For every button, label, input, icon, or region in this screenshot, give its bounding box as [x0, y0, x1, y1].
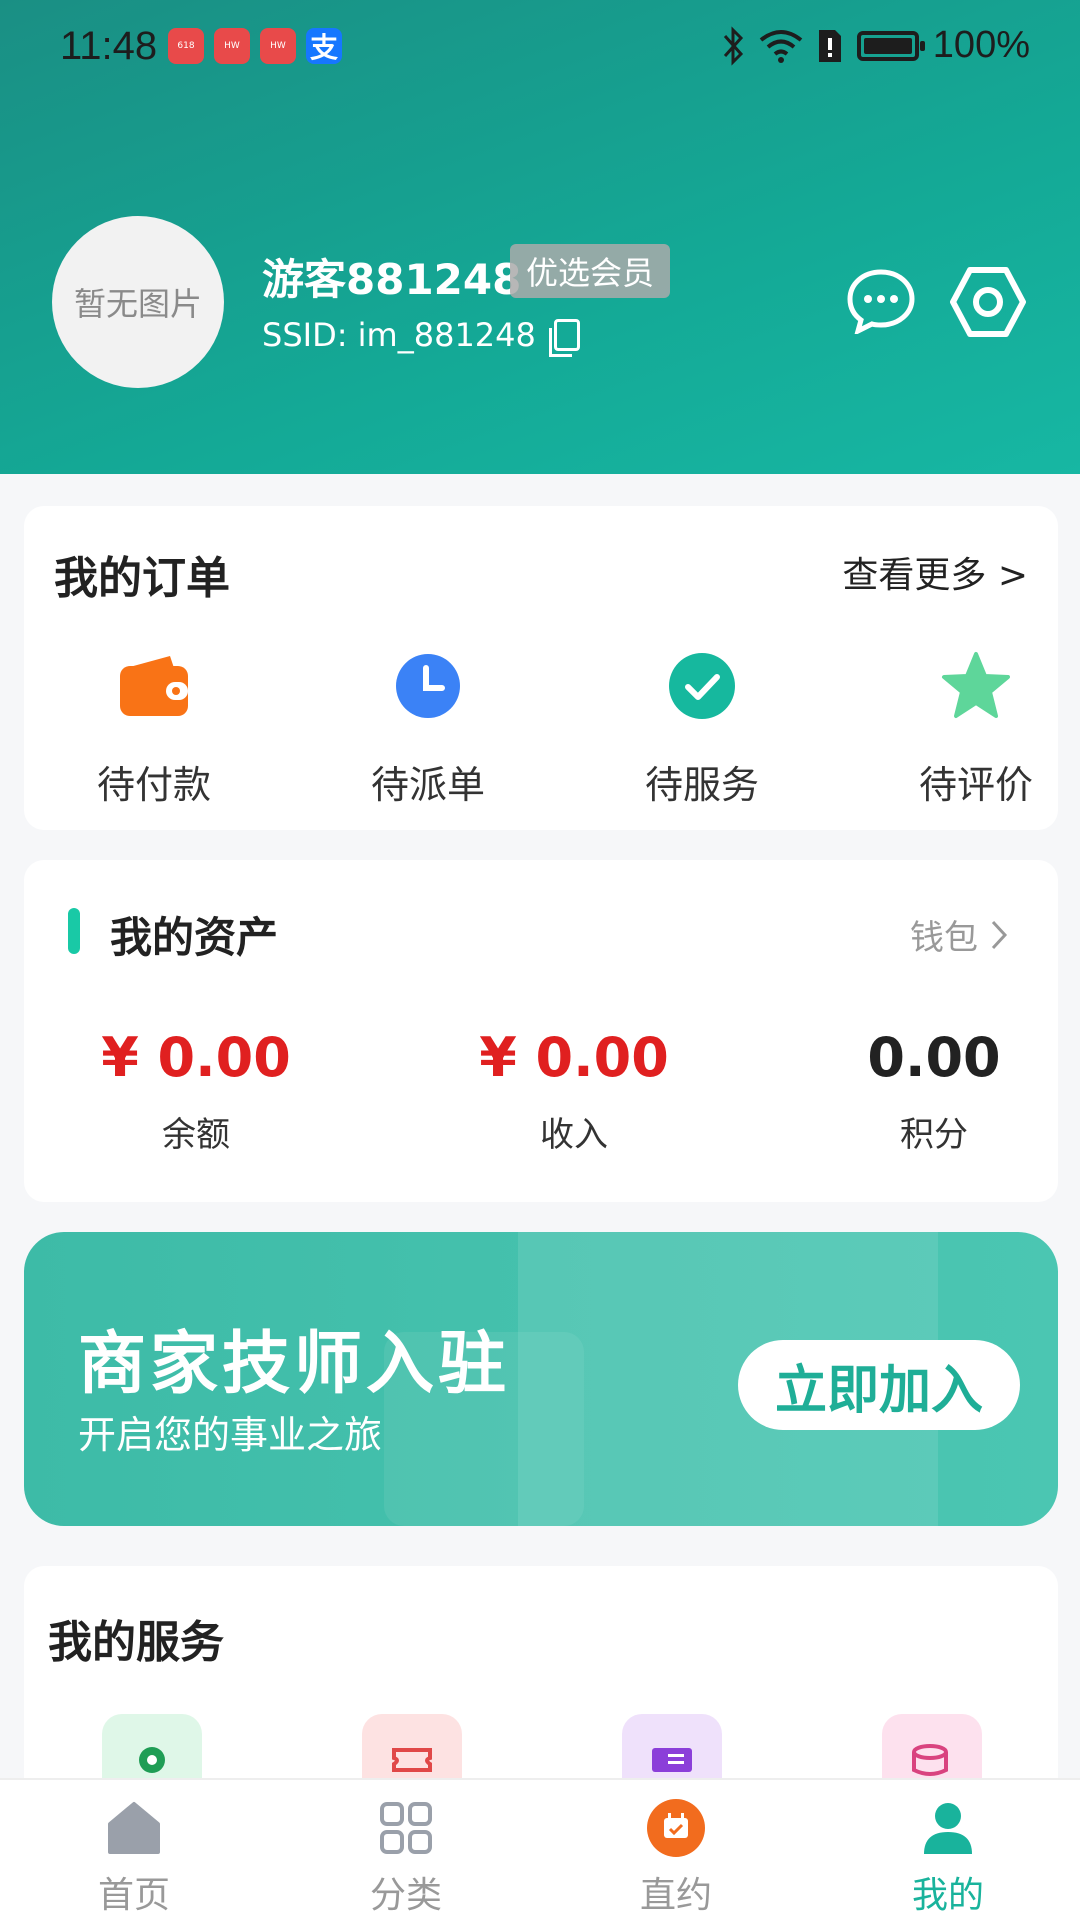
- order-pending-payment[interactable]: 待付款: [54, 646, 254, 809]
- avatar-placeholder: 暂无图片: [73, 285, 202, 323]
- app-notification-icon: 618: [168, 28, 204, 64]
- nav-label: 直约: [639, 1875, 712, 1916]
- asset-label: 收入: [540, 1115, 608, 1155]
- banner-title: 商家技师入驻: [78, 1325, 511, 1404]
- nav-label: 我的: [911, 1875, 984, 1916]
- ssid-text: SSID: im_881248: [262, 316, 536, 354]
- huawei-notification-icon: HW: [260, 28, 296, 64]
- services-title: 我的服务: [48, 1617, 224, 1668]
- user-icon: [924, 1803, 972, 1854]
- join-now-button[interactable]: 立即加入: [738, 1340, 1020, 1430]
- asset-income[interactable]: ¥ 0.00 收入: [424, 1026, 724, 1156]
- asset-points[interactable]: 0.00 积分: [784, 1026, 1080, 1156]
- clock-icon: [396, 654, 460, 718]
- asset-label: 余额: [162, 1115, 230, 1155]
- nav-home[interactable]: 首页: [34, 1798, 234, 1918]
- settings-icon[interactable]: [950, 266, 1026, 338]
- bluetooth-icon: [723, 25, 743, 66]
- asset-balance[interactable]: ¥ 0.00 余额: [46, 1026, 346, 1156]
- battery-icon: [856, 30, 925, 61]
- status-time: 11:48: [60, 24, 158, 68]
- orders-card: 我的订单 查看更多 > 待付款 待派单 待服务 待评价: [24, 506, 1058, 830]
- asset-label: 积分: [900, 1115, 968, 1155]
- profile-header: 11:48 618 HW HW 支 100% 暂无图片 游客881248 优选会…: [0, 0, 1080, 474]
- home-icon: [108, 1802, 160, 1854]
- wallet-icon: [120, 656, 188, 716]
- check-circle-icon: [669, 653, 735, 719]
- orders-title: 我的订单: [54, 553, 230, 604]
- ssid-row: SSID: im_881248: [262, 316, 580, 357]
- calendar-icon: [647, 1799, 705, 1857]
- assets-card: 我的资产 钱包 ¥ 0.00 余额 ¥ 0.00 收入 0.00 积分: [24, 860, 1058, 1202]
- message-icon[interactable]: [846, 268, 916, 334]
- notification-icons: 618 HW HW 支: [168, 28, 342, 64]
- status-right: 100%: [721, 24, 1030, 67]
- wallet-label: 钱包: [910, 918, 978, 958]
- asset-value: ¥ 0.00: [101, 1026, 291, 1089]
- copy-icon[interactable]: [548, 319, 580, 357]
- order-pending-dispatch[interactable]: 待派单: [328, 646, 528, 809]
- assets-title: 我的资产: [110, 913, 279, 962]
- status-bar: 11:48 618 HW HW 支 100%: [0, 0, 1080, 94]
- view-more-link[interactable]: 查看更多 >: [842, 546, 1028, 598]
- member-badge: 优选会员: [510, 244, 671, 298]
- title-accent-bar: [68, 908, 80, 954]
- username: 游客881248: [262, 255, 522, 304]
- banner-subtitle: 开启您的事业之旅: [78, 1413, 383, 1457]
- nav-category[interactable]: 分类: [306, 1798, 506, 1918]
- order-label: 待服务: [644, 763, 759, 807]
- sim-alert-icon: [818, 29, 841, 62]
- huawei-notification-icon: HW: [214, 28, 250, 64]
- nav-label: 首页: [97, 1875, 170, 1916]
- battery-percent: 100%: [932, 24, 1030, 66]
- wallet-link[interactable]: 钱包: [910, 910, 1008, 959]
- avatar[interactable]: 暂无图片: [52, 216, 224, 388]
- grid-icon: [380, 1802, 432, 1854]
- order-label: 待评价: [918, 763, 1033, 807]
- alipay-notification-icon: 支: [306, 28, 342, 64]
- order-pending-service[interactable]: 待服务: [602, 646, 802, 809]
- bottom-nav: 首页 分类 直约 我的: [0, 1778, 1080, 1920]
- merchant-join-banner[interactable]: 商家技师入驻 开启您的事业之旅 立即加入: [24, 1232, 1058, 1526]
- order-pending-review[interactable]: 待评价: [876, 646, 1076, 809]
- asset-value: ¥ 0.00: [479, 1026, 669, 1089]
- order-label: 待付款: [96, 763, 211, 807]
- nav-mine[interactable]: 我的: [848, 1798, 1048, 1918]
- asset-value: 0.00: [867, 1026, 1001, 1089]
- chevron-right-icon: [991, 920, 1008, 949]
- wifi-icon: [759, 29, 803, 63]
- nav-label: 分类: [369, 1875, 442, 1916]
- order-label: 待派单: [370, 763, 485, 807]
- star-icon: [942, 652, 1010, 718]
- nav-booking[interactable]: 直约: [576, 1798, 776, 1918]
